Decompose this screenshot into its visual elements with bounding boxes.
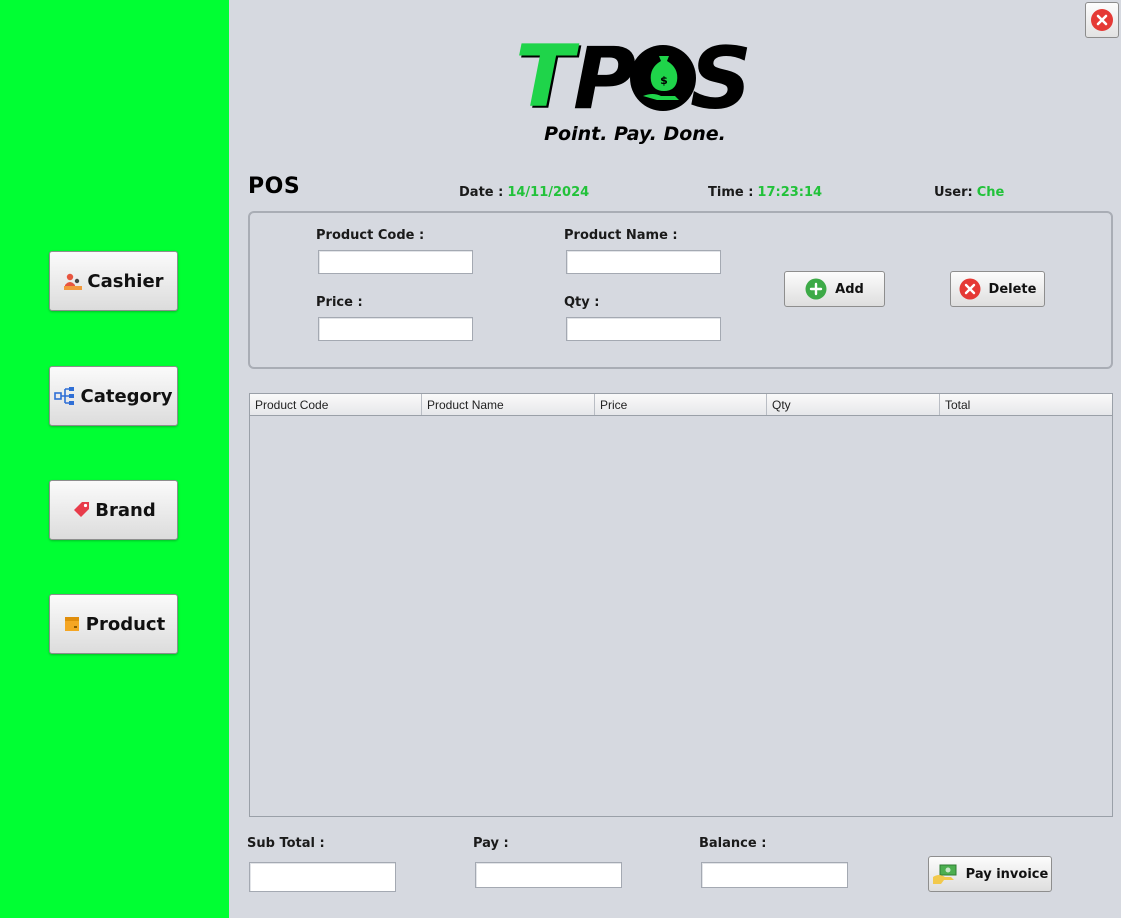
svg-text:$: $: [660, 74, 668, 87]
price-label: Price :: [316, 295, 363, 310]
money-hand-icon: [932, 864, 957, 884]
sidebar-item-category[interactable]: Category: [49, 366, 178, 426]
page-title: POS: [248, 174, 301, 199]
pay-label: Pay :: [473, 836, 509, 851]
svg-text:P: P: [573, 29, 636, 129]
add-button-label: Add: [835, 281, 864, 297]
column-header[interactable]: Product Name: [422, 394, 595, 415]
column-header[interactable]: Product Code: [250, 394, 422, 415]
sidebar: Cashier Category Brand Product: [0, 0, 229, 918]
cashier-icon: [64, 273, 83, 290]
pay-invoice-button[interactable]: Pay invoice: [928, 856, 1052, 892]
table-header: Product Code Product Name Price Qty Tota…: [250, 394, 1112, 416]
delete-button[interactable]: Delete: [950, 271, 1045, 307]
pay-invoice-label: Pay invoice: [965, 866, 1049, 882]
user-label: User:: [934, 185, 973, 200]
add-icon: [805, 278, 827, 300]
sidebar-item-label: Brand: [95, 499, 156, 521]
sidebar-item-label: Category: [80, 385, 173, 407]
column-header[interactable]: Price: [595, 394, 767, 415]
date-value: 14/11/2024: [507, 185, 590, 200]
product-name-input[interactable]: [566, 250, 721, 274]
product-code-label: Product Code :: [316, 228, 425, 243]
sidebar-item-label: Product: [85, 613, 166, 635]
time-label: Time :: [708, 185, 754, 200]
user-value: Che: [976, 185, 1005, 200]
pay-field[interactable]: [475, 862, 622, 888]
logo-tagline: Point. Pay. Done.: [544, 123, 726, 145]
delete-icon: [959, 278, 981, 300]
close-button[interactable]: [1085, 2, 1119, 38]
tag-icon: [74, 502, 90, 517]
delete-button-label: Delete: [988, 281, 1037, 297]
sidebar-item-label: Cashier: [87, 270, 164, 292]
table-body[interactable]: [250, 416, 1112, 816]
product-entry-panel: Product Code : Product Name : Price : Qt…: [248, 211, 1113, 369]
sidebar-item-cashier[interactable]: Cashier: [49, 251, 178, 311]
sidebar-item-product[interactable]: Product: [49, 594, 178, 654]
close-icon: [1091, 9, 1113, 31]
tpos-logo: T T P S $ Point. Pay. Done.: [515, 27, 752, 145]
price-input[interactable]: [318, 317, 473, 341]
date-info: Date :14/11/2024: [459, 185, 589, 200]
qty-label: Qty :: [564, 295, 600, 310]
svg-text:T: T: [515, 27, 580, 127]
qty-input[interactable]: [566, 317, 721, 341]
product-code-input[interactable]: [318, 250, 473, 274]
hierarchy-icon: [54, 387, 75, 405]
add-button[interactable]: Add: [784, 271, 885, 307]
balance-field[interactable]: [701, 862, 848, 888]
box-icon: [64, 617, 79, 631]
time-info: Time :17:23:14: [708, 185, 822, 200]
svg-text:S: S: [690, 29, 752, 129]
subtotal-field[interactable]: [249, 862, 396, 892]
column-header[interactable]: Qty: [767, 394, 940, 415]
product-table[interactable]: Product Code Product Name Price Qty Tota…: [249, 393, 1113, 817]
product-name-label: Product Name :: [564, 228, 678, 243]
user-info: User: Che: [934, 185, 1004, 200]
balance-label: Balance :: [699, 836, 767, 851]
column-header[interactable]: Total: [940, 394, 1112, 415]
date-label: Date :: [459, 185, 504, 200]
subtotal-label: Sub Total :: [247, 836, 325, 851]
sidebar-item-brand[interactable]: Brand: [49, 480, 178, 540]
time-value: 17:23:14: [757, 185, 823, 200]
